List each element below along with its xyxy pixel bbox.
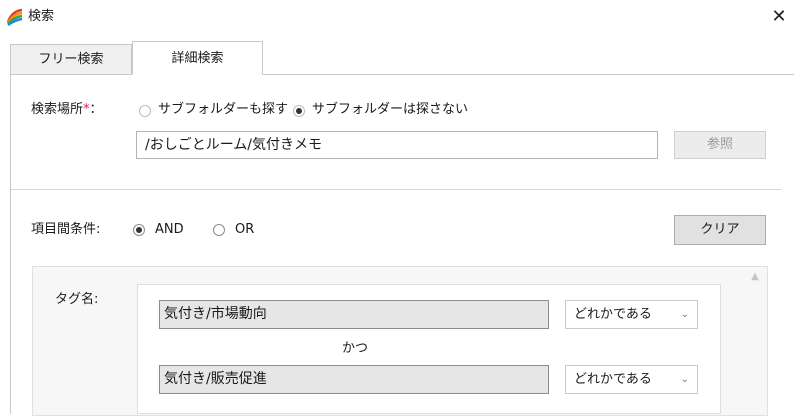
- radio-include-subfolders[interactable]: [139, 105, 151, 117]
- radio-and[interactable]: [133, 224, 145, 236]
- item-condition-label: 項目間条件:: [31, 222, 101, 237]
- chevron-down-icon: ⌄: [680, 374, 689, 385]
- close-icon: ✕: [771, 5, 787, 27]
- search-location-label: 検索場所*：: [31, 102, 103, 117]
- radio-and-label[interactable]: AND: [155, 221, 184, 239]
- tag-connector-label: かつ: [342, 341, 369, 356]
- tag-value-field[interactable]: 気付き/販売促進: [159, 365, 549, 394]
- tag-value-field[interactable]: 気付き/市場動向: [159, 300, 549, 329]
- window-title: 検索: [28, 9, 55, 24]
- radio-exclude-subfolders-label[interactable]: サブフォルダーは探さない: [312, 101, 468, 119]
- clear-button[interactable]: クリア: [674, 215, 766, 245]
- tag-match-select[interactable]: どれかである ⌄: [565, 365, 698, 394]
- chevron-down-icon: ⌄: [680, 309, 689, 320]
- radio-exclude-subfolders[interactable]: [293, 105, 305, 117]
- radio-or[interactable]: [213, 224, 225, 236]
- tag-name-label: タグ名:: [55, 292, 99, 307]
- close-button[interactable]: ✕: [764, 2, 794, 30]
- browse-button[interactable]: 参照: [674, 131, 766, 159]
- tab-detailed-search[interactable]: 詳細検索: [132, 41, 263, 75]
- radio-include-subfolders-label[interactable]: サブフォルダーも探す: [158, 101, 288, 119]
- tab-free-search[interactable]: フリー検索: [10, 44, 132, 74]
- tag-match-select[interactable]: どれかである ⌄: [565, 300, 698, 329]
- search-path-input[interactable]: /おしごとルーム/気付きメモ: [136, 131, 658, 159]
- scroll-up-arrow-icon[interactable]: ▲: [748, 270, 762, 284]
- radio-or-label[interactable]: OR: [235, 221, 254, 239]
- section-divider: [11, 189, 781, 190]
- app-logo-icon: [6, 8, 24, 26]
